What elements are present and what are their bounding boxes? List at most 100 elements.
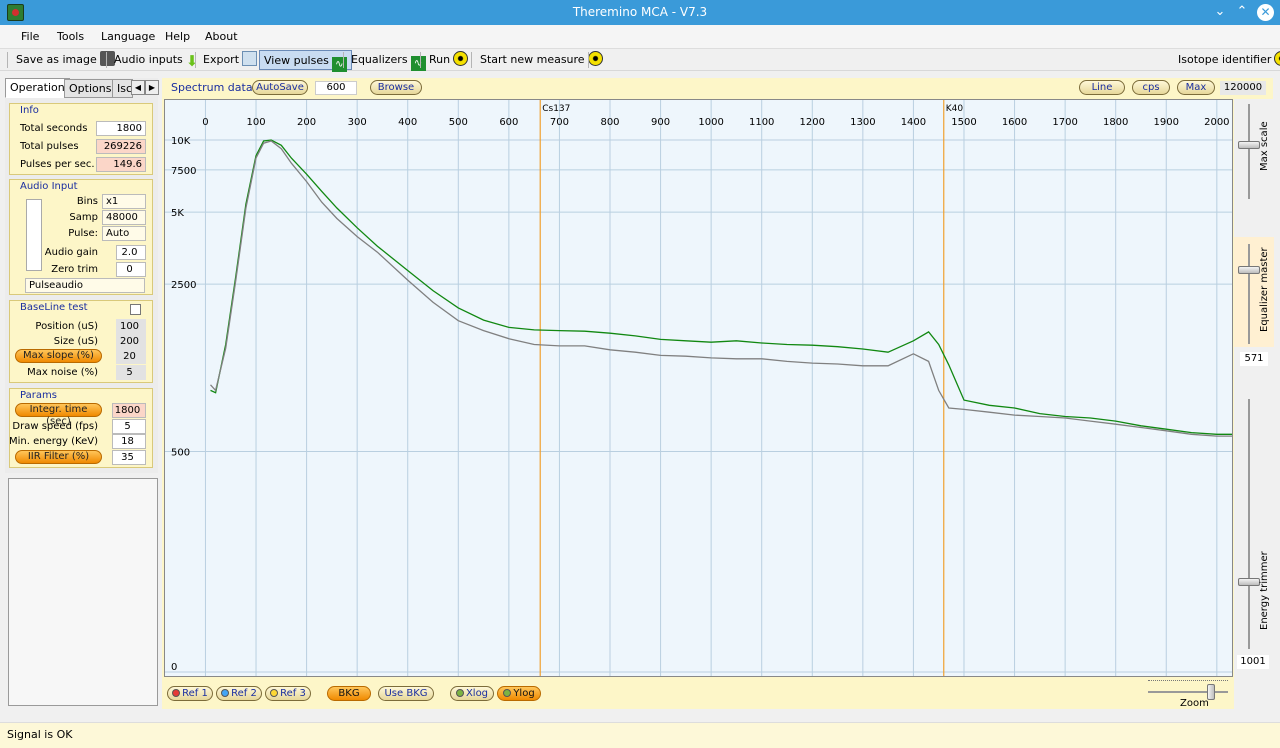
x-tick-label: 1300 [850, 117, 875, 128]
bins-label: Bins [76, 196, 98, 207]
x-tick-label: 0 [202, 117, 208, 128]
menu-about[interactable]: About [205, 30, 238, 43]
audio-inputs-button[interactable]: Audio inputs ⬇ [110, 50, 205, 70]
menu-help[interactable]: Help [165, 30, 190, 43]
tab-isotopes[interactable]: Isc [112, 79, 133, 98]
y-tick-label: 500 [171, 448, 190, 459]
toolbar-separator [195, 52, 196, 68]
view-pulses-label: View pulses [264, 54, 329, 67]
max-scale-track[interactable] [1248, 104, 1250, 199]
samp-row: Samp 48000 [10, 210, 154, 226]
view-pulses-button[interactable]: View pulses ∿ [259, 50, 352, 72]
tab-operation[interactable]: Operation [5, 78, 70, 98]
autosave-interval-field[interactable]: 600 [315, 81, 357, 95]
integr-time-row: Integr. time (sec) 1800 [10, 403, 154, 427]
toolbar-separator [420, 52, 421, 68]
energy-trimmer-track[interactable] [1248, 399, 1250, 649]
info-title: Info [20, 105, 39, 116]
draw-speed-label: Draw speed (fps) [12, 421, 98, 432]
equalizer-master-track[interactable] [1248, 244, 1250, 344]
browse-button[interactable]: Browse [370, 80, 422, 95]
max-slope-field[interactable]: 20 [116, 349, 146, 364]
pulses-per-sec-row: Pulses per sec. 149.6 [10, 157, 154, 173]
audio-gain-field[interactable]: 2.0 [116, 245, 146, 260]
isotope-identifier-button[interactable]: Isotope identifier [1174, 50, 1280, 70]
start-new-measure-button[interactable]: Start new measure [476, 50, 607, 70]
xlog-button[interactable]: Xlog [450, 686, 494, 701]
window-title: Theremino MCA - V7.3 [572, 5, 708, 19]
bins-select[interactable]: x1 [102, 194, 146, 209]
toolbar: Save as image Audio inputs ⬇ Export View … [0, 49, 1280, 72]
total-seconds-field: 1800 [96, 121, 146, 136]
minimize-icon[interactable]: ⌄ [1210, 2, 1230, 22]
min-energy-field[interactable]: 18 [112, 434, 146, 449]
tab-options[interactable]: Options [64, 79, 117, 98]
marker-label: K40 [946, 104, 964, 114]
run-button[interactable]: Run [425, 50, 472, 70]
iir-filter-button[interactable]: IIR Filter (%) [15, 450, 102, 464]
tab-scroll-right-icon[interactable]: ▶ [145, 80, 159, 95]
x-tick-label: 400 [398, 117, 417, 128]
x-tick-label: 1500 [951, 117, 976, 128]
position-field[interactable]: 100 [116, 319, 146, 334]
equalizers-button[interactable]: Equalizers ∿ [347, 50, 430, 71]
integr-time-field[interactable]: 1800 [112, 403, 146, 418]
max-slope-button[interactable]: Max slope (%) [15, 349, 102, 363]
audio-device-select[interactable]: Pulseaudio [25, 278, 145, 293]
ref1-button[interactable]: Ref 1 [167, 686, 213, 701]
audio-inputs-label: Audio inputs [114, 53, 183, 66]
menu-language[interactable]: Language [101, 30, 155, 43]
total-seconds-label: Total seconds [20, 123, 88, 134]
energy-trimmer-thumb[interactable] [1238, 578, 1260, 586]
export-label: Export [203, 53, 240, 66]
line-button[interactable]: Line [1079, 80, 1125, 95]
draw-speed-field[interactable]: 5 [112, 419, 146, 434]
samp-select[interactable]: 48000 [102, 210, 146, 225]
y-tick-label: 7500 [171, 166, 196, 177]
blue-dot-icon [221, 689, 230, 697]
zero-trim-field[interactable]: 0 [116, 262, 146, 277]
autosave-button[interactable]: AutoSave [252, 80, 308, 95]
ref3-button[interactable]: Ref 3 [265, 686, 311, 701]
red-dot-icon [172, 689, 181, 697]
spectrum-plot[interactable]: 0 100 200 300 400 500 600 700 800 900 1000 1100 1200… [164, 99, 1233, 677]
x-tick-label: 2000 [1204, 117, 1229, 128]
use-bkg-button[interactable]: Use BKG [378, 686, 434, 701]
integr-time-button[interactable]: Integr. time (sec) [15, 403, 102, 427]
iir-filter-field[interactable]: 35 [112, 450, 146, 465]
menu-file[interactable]: File [21, 30, 39, 43]
maximize-icon[interactable]: ⌃ [1232, 2, 1252, 22]
right-panel: Max scale Equalizer master 571 Energy tr… [1234, 99, 1274, 709]
start-new-measure-label: Start new measure [480, 53, 585, 66]
zoom-label: Zoom [1180, 698, 1209, 709]
energy-value: 1001 [1237, 655, 1269, 669]
close-icon[interactable]: ✕ [1257, 4, 1274, 21]
radiation-icon [453, 51, 469, 66]
menu-tools[interactable]: Tools [57, 30, 84, 43]
spectrum-header: Spectrum data AutoSave 600 Browse Line c… [163, 79, 1272, 98]
baseline-checkbox[interactable] [130, 304, 141, 315]
size-field[interactable]: 200 [116, 334, 146, 349]
cps-button[interactable]: cps [1132, 80, 1170, 95]
min-energy-label: Min. energy (KeV) [9, 436, 98, 447]
save-image-button[interactable]: Save as image [12, 50, 119, 70]
params-title: Params [20, 390, 57, 401]
green-dot-icon [455, 689, 464, 697]
audio-gain-row: Audio gain 2.0 [10, 245, 154, 261]
ref1-label: Ref 1 [182, 688, 208, 699]
max-noise-field[interactable]: 5 [116, 365, 146, 380]
pulses-per-sec-field: 149.6 [96, 157, 146, 172]
equalizer-master-thumb[interactable] [1238, 266, 1260, 274]
green-dot-icon [503, 689, 512, 697]
zoom-slider-track[interactable] [1148, 691, 1228, 693]
position-label: Position (uS) [35, 321, 98, 332]
ref2-button[interactable]: Ref 2 [216, 686, 262, 701]
ylog-button[interactable]: Ylog [497, 686, 541, 701]
export-button[interactable]: Export [199, 50, 261, 70]
tab-scroll-left-icon[interactable]: ◀ [131, 80, 145, 95]
max-button[interactable]: Max [1177, 80, 1215, 95]
max-scale-thumb[interactable] [1238, 141, 1260, 149]
bkg-button[interactable]: BKG [327, 686, 371, 701]
pulse-select[interactable]: Auto [102, 226, 146, 241]
spectrum-title: Spectrum data [171, 81, 253, 94]
